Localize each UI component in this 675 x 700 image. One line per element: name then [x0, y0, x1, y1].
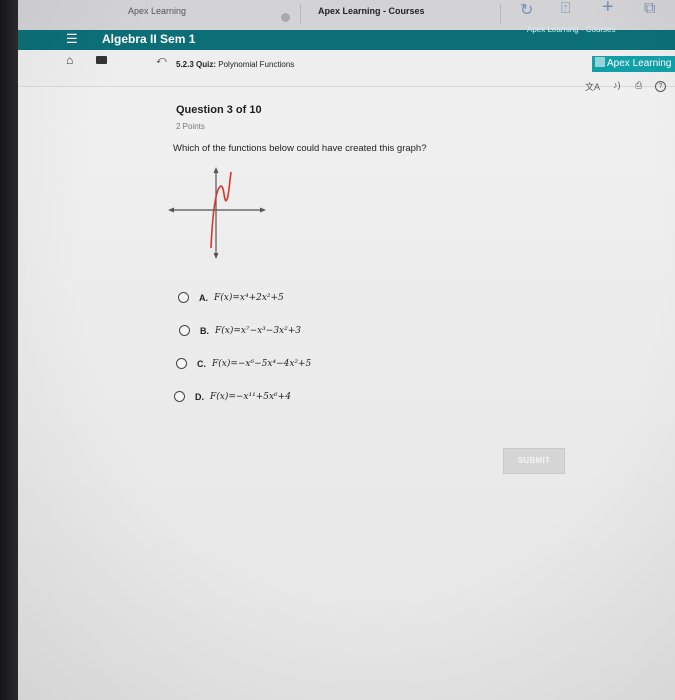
graph-x-arrow-left — [168, 207, 174, 213]
app-header-bar: ☰ Algebra II Sem 1 Apex Learning - Cours… — [0, 25, 675, 50]
graph-y-arrow-up — [213, 167, 219, 173]
home-icon[interactable]: ⌂ — [66, 53, 73, 67]
plus-icon[interactable]: + — [602, 0, 614, 19]
question-prompt: Which of the functions below could have … — [173, 143, 427, 154]
option-c[interactable]: C. F(x)=−x⁶−5x⁴−4x²+5 — [176, 358, 311, 369]
breadcrumb-kind: Quiz: — [196, 60, 217, 69]
breadcrumb-code: 5.2.3 — [176, 60, 194, 69]
screen: Apex Learning Apex Learning - Courses ↻ … — [0, 0, 675, 700]
reload-icon[interactable]: ↻ — [520, 0, 533, 20]
breadcrumb: 5.2.3 Quiz: Polynomial Functions — [176, 60, 294, 69]
course-title[interactable]: Algebra II Sem 1 — [102, 32, 195, 46]
menu-icon[interactable]: ☰ — [66, 31, 78, 47]
radio-b[interactable] — [179, 325, 190, 336]
share-icon[interactable]: ⍐ — [561, 0, 571, 18]
help-icon[interactable]: ? — [655, 81, 666, 92]
option-a[interactable]: A. F(x)=x⁴+2x²+5 — [178, 292, 284, 303]
browser-tab-3[interactable]: Apex Learning - Courses — [527, 25, 616, 34]
option-letter: D. — [195, 391, 204, 402]
browser-tab-1[interactable]: Apex Learning — [128, 6, 186, 16]
option-letter: C. — [197, 358, 206, 369]
radio-a[interactable] — [178, 292, 189, 303]
breadcrumb-name: Polynomial Functions — [218, 60, 295, 69]
browser-tab-2[interactable]: Apex Learning - Courses — [318, 6, 425, 16]
apex-logo: Apex Learning — [592, 56, 675, 72]
option-expression: F(x)=x⁷−x³−3x²+3 — [215, 325, 302, 336]
tab-favicon — [281, 13, 290, 22]
audio-icon[interactable]: ♪) — [613, 80, 621, 90]
radio-d[interactable] — [174, 391, 185, 402]
tabs-icon[interactable]: ⧉ — [644, 0, 655, 18]
option-b[interactable]: B. F(x)=x⁷−x³−3x²+3 — [179, 325, 301, 336]
option-d[interactable]: D. F(x)=−x¹¹+5x⁶+4 — [174, 391, 291, 402]
submit-button[interactable]: SUBMIT — [503, 448, 565, 474]
radio-c[interactable] — [176, 358, 187, 369]
option-letter: B. — [200, 325, 209, 336]
briefcase-icon[interactable] — [96, 56, 107, 64]
brand-text: Apex Learning — [607, 58, 672, 69]
option-expression: F(x)=−x⁶−5x⁴−4x²+5 — [212, 358, 312, 369]
polynomial-graph — [168, 167, 266, 259]
option-expression: F(x)=x⁴+2x²+5 — [214, 292, 284, 303]
photo-vignette — [0, 0, 675, 700]
graph-x-arrow-right — [260, 207, 266, 213]
back-icon[interactable]: ⤺ — [156, 55, 167, 66]
graph-y-arrow-down — [213, 253, 219, 259]
question-title: Question 3 of 10 — [176, 104, 262, 116]
monitor-bezel — [0, 0, 18, 700]
option-letter: A. — [199, 292, 208, 303]
logo-mark-icon — [595, 57, 605, 67]
tab-divider — [500, 4, 501, 24]
translate-icon[interactable]: 文A — [585, 80, 600, 93]
activity-nav-bar: ⌂ ⤺ 5.2.3 Quiz: Polynomial Functions Ape… — [0, 50, 675, 92]
option-expression: F(x)=−x¹¹+5x⁶+4 — [210, 391, 291, 402]
print-icon[interactable]: ⎙ — [635, 80, 642, 91]
tab-divider — [300, 4, 301, 24]
question-points: 2 Points — [176, 122, 205, 131]
